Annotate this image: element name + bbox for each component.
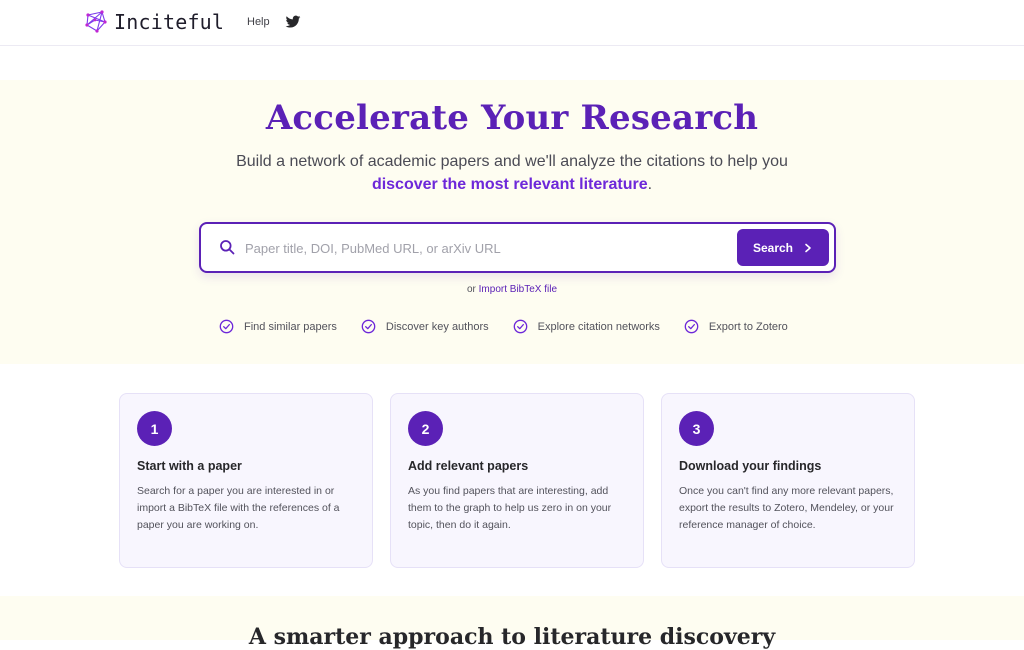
hero-subtitle-end: . xyxy=(647,176,653,193)
top-nav: Inciteful Help xyxy=(0,0,1024,46)
step-card: 1 Start with a paper Search for a paper … xyxy=(119,393,373,568)
check-circle-icon xyxy=(684,319,699,334)
feature-item: Export to Zotero xyxy=(684,319,788,334)
step-number-badge: 2 xyxy=(408,411,443,446)
check-circle-icon xyxy=(219,319,234,334)
step-description: Once you can't find any more relevant pa… xyxy=(679,485,894,531)
check-circle-icon xyxy=(513,319,527,334)
search-icon xyxy=(220,240,235,255)
feature-label: Discover key authors xyxy=(385,320,489,333)
feature-item: Explore citation networks xyxy=(513,319,660,334)
network-logo-icon xyxy=(85,10,107,33)
section-title: A smarter approach to literature discove… xyxy=(248,624,776,650)
search-button-label: Search xyxy=(752,240,794,255)
step-card: 3 Download your findings Once you can't … xyxy=(661,393,915,568)
feature-label: Find similar papers xyxy=(244,320,337,333)
search-button[interactable]: Search xyxy=(737,229,829,266)
search-input[interactable] xyxy=(245,234,725,262)
step-title: Download your findings xyxy=(679,459,822,473)
import-prefix: or xyxy=(466,284,476,295)
step-description: As you find papers that are interesting,… xyxy=(408,485,612,531)
feature-item: Find similar papers xyxy=(219,319,337,334)
brand-home-link[interactable]: Inciteful xyxy=(84,9,224,35)
twitter-icon[interactable] xyxy=(285,14,301,30)
check-circle-icon xyxy=(361,319,376,334)
import-bibtex-link[interactable]: Import BibTeX file xyxy=(479,284,557,295)
step-description: Search for a paper you are interested in… xyxy=(137,485,340,531)
feature-label: Export to Zotero xyxy=(708,320,788,333)
step-title: Start with a paper xyxy=(137,459,242,473)
nav-help-link[interactable]: Help xyxy=(247,16,270,28)
step-card: 2 Add relevant papers As you find papers… xyxy=(390,393,644,568)
step-title: Add relevant papers xyxy=(408,459,529,473)
step-number-badge: 1 xyxy=(137,411,172,446)
hero-subtitle-text: Build a network of academic papers and w… xyxy=(236,153,788,170)
feature-item: Discover key authors xyxy=(361,319,489,334)
import-line: or Import BibTeX file xyxy=(0,284,1024,295)
feature-label: Explore citation networks xyxy=(537,320,660,333)
chevron-right-icon xyxy=(805,243,811,252)
steps-section: 1 Start with a paper Search for a paper … xyxy=(119,393,915,568)
step-number-badge: 3 xyxy=(679,411,714,446)
hero-subtitle-highlight: discover the most relevant literature xyxy=(371,176,648,193)
search-bar: Search xyxy=(199,222,836,273)
page-title: Accelerate Your Research xyxy=(265,98,759,138)
hero-subtitle: Build a network of academic papers and w… xyxy=(212,150,812,196)
brand-name: Inciteful xyxy=(114,10,225,34)
feature-list: Find similar papers Discover key authors… xyxy=(219,319,788,334)
